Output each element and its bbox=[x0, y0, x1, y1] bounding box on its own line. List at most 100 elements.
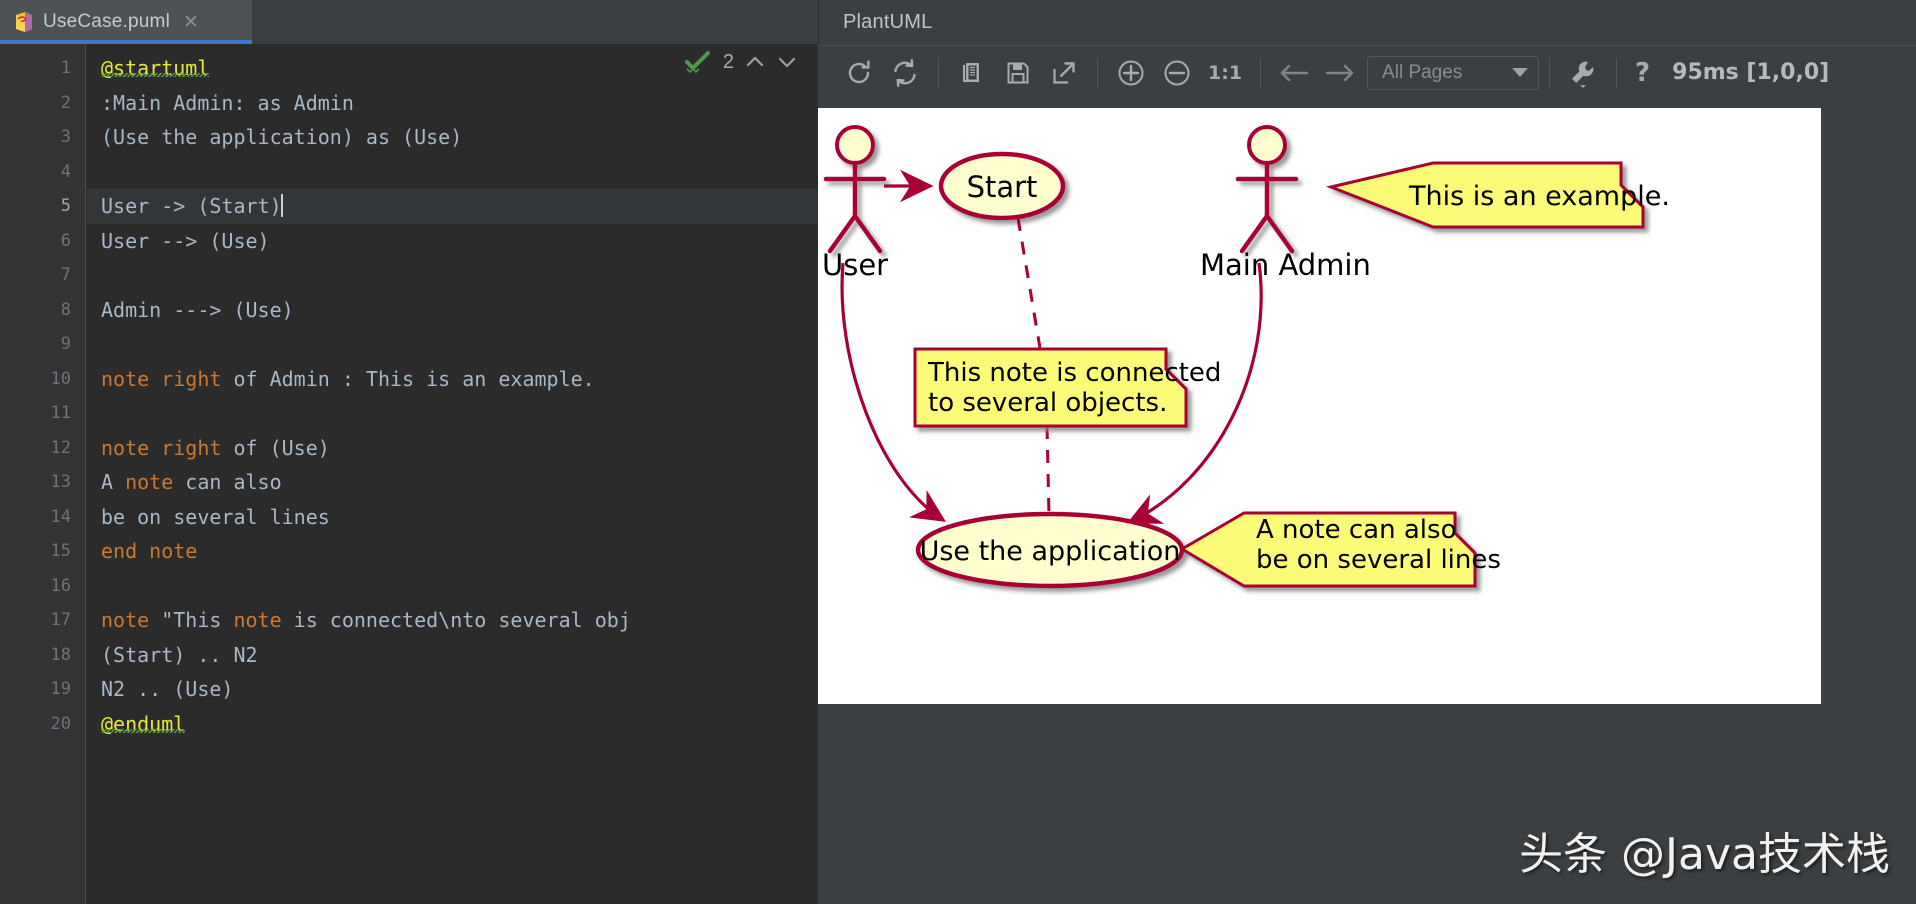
refresh-icon[interactable] bbox=[882, 50, 928, 96]
code-line[interactable] bbox=[87, 396, 818, 431]
line-number: 9 bbox=[60, 334, 71, 354]
arrow-right-icon[interactable] bbox=[1317, 50, 1363, 96]
wrench-icon[interactable] bbox=[1560, 50, 1606, 96]
code-line[interactable]: A note can also bbox=[87, 465, 818, 500]
text-caret bbox=[280, 194, 283, 217]
code-line[interactable]: User -> (Start) bbox=[87, 189, 818, 224]
toolbar-divider bbox=[1260, 57, 1262, 88]
code-token: "This bbox=[149, 608, 234, 632]
chevron-down-icon[interactable] bbox=[776, 51, 798, 73]
line-number: 4 bbox=[60, 161, 71, 182]
watermark: 头条 @Java技术栈 bbox=[1519, 829, 1890, 880]
toolbar-divider bbox=[1097, 57, 1098, 88]
usecase-diagram: User Main Admin Start Use the applicatio… bbox=[822, 125, 1670, 589]
line-number: 7 bbox=[60, 265, 71, 285]
line-number: 19 bbox=[50, 679, 71, 699]
help-button[interactable]: ? bbox=[1627, 58, 1658, 88]
plantuml-file-icon bbox=[14, 11, 34, 33]
line-number: 18 bbox=[50, 644, 71, 665]
line-number: 8 bbox=[60, 299, 71, 320]
editor-tab-usecase-puml[interactable]: UseCase.puml ✕ bbox=[0, 0, 252, 44]
code-line[interactable]: (Use the application) as (Use) bbox=[87, 120, 818, 155]
editor-tab-label: UseCase.puml bbox=[43, 11, 171, 32]
code-token: User -> (Start) bbox=[101, 194, 282, 218]
toolbar-divider bbox=[938, 57, 939, 88]
code-line[interactable]: be on several lines bbox=[87, 500, 818, 535]
line-number: 12 bbox=[50, 437, 71, 458]
code-line[interactable]: note "This note is connected\nto several… bbox=[87, 603, 818, 638]
ide-window: UseCase.puml ✕ 1 2 3 4 5 6 7 8 9 10 11 12 13 14 15 16 17… bbox=[0, 0, 1916, 904]
pages-dropdown[interactable]: All Pages bbox=[1367, 55, 1540, 90]
editor-pane: UseCase.puml ✕ 1 2 3 4 5 6 7 8 9 10 11 12 13 14 15 16 17… bbox=[0, 0, 818, 904]
toolbar-divider bbox=[1616, 57, 1618, 88]
diagram-canvas[interactable]: User Main Admin Start Use the applicatio… bbox=[818, 108, 1821, 704]
code-line[interactable] bbox=[87, 327, 818, 362]
usecase-start-label: Start bbox=[967, 170, 1038, 204]
actual-size-button[interactable]: 1:1 bbox=[1200, 62, 1250, 84]
code-line[interactable]: @enduml bbox=[87, 707, 818, 742]
inspection-widget[interactable]: 2 bbox=[684, 50, 798, 74]
code-token: is connected\nto several obj bbox=[281, 608, 631, 632]
code-token: of (Use) bbox=[221, 435, 330, 460]
line-number: 15 bbox=[50, 541, 71, 561]
line-number: 3 bbox=[60, 127, 71, 147]
line-number: 17 bbox=[50, 610, 71, 630]
edge-note2-link-start bbox=[1016, 217, 1042, 349]
close-icon[interactable]: ✕ bbox=[183, 11, 199, 34]
save-icon[interactable] bbox=[995, 50, 1041, 96]
code-line[interactable] bbox=[87, 569, 818, 604]
preview-header: PlantUML bbox=[818, 0, 1916, 44]
green-check-icon bbox=[684, 50, 713, 74]
line-number: 14 bbox=[50, 506, 71, 527]
preview-title: PlantUML bbox=[843, 10, 933, 33]
plantuml-preview-pane: PlantUML 1:1 All Pages ? 95ms [1,0,0] Us… bbox=[818, 0, 1916, 904]
line-number: 6 bbox=[60, 230, 71, 251]
export-external-icon[interactable] bbox=[1041, 50, 1087, 96]
chevron-down-icon bbox=[1512, 68, 1529, 77]
zoom-out-icon[interactable] bbox=[1154, 50, 1200, 96]
render-timing: 95ms [1,0,0] bbox=[1672, 60, 1830, 85]
code-token: end note bbox=[101, 539, 198, 563]
code-token: note bbox=[233, 608, 282, 632]
code-line[interactable]: N2 .. (Use) bbox=[87, 672, 818, 707]
code-line[interactable]: note right of (Use) bbox=[87, 431, 818, 466]
copy-icon[interactable] bbox=[949, 50, 995, 96]
arrow-left-icon[interactable] bbox=[1271, 50, 1317, 96]
actor-main-admin bbox=[1235, 125, 1299, 254]
code-line[interactable]: end note bbox=[87, 534, 818, 569]
note-2-line-1: This note is connected bbox=[927, 358, 1221, 388]
edge-note2-link-use bbox=[1045, 425, 1051, 517]
code-line[interactable]: :Main Admin: as Admin bbox=[87, 86, 818, 121]
code-line[interactable]: Admin ---> (Use) bbox=[87, 293, 818, 328]
line-number: 2 bbox=[60, 92, 71, 113]
line-number: 13 bbox=[50, 472, 71, 492]
code-line[interactable] bbox=[87, 258, 818, 293]
line-number: 1 bbox=[60, 58, 71, 78]
reload-icon[interactable] bbox=[836, 50, 882, 96]
code-token: note right bbox=[101, 366, 222, 391]
actor-user bbox=[823, 125, 887, 254]
code-token: note right bbox=[101, 435, 222, 460]
code-token: Admin ---> (Use) bbox=[101, 297, 294, 322]
note-1-line-1: This is an example. bbox=[1408, 181, 1670, 212]
chevron-up-icon[interactable] bbox=[744, 51, 766, 73]
code-token: note bbox=[101, 608, 150, 632]
code-line[interactable]: (Start) .. N2 bbox=[87, 638, 818, 673]
code-line[interactable]: User --> (Use) bbox=[87, 224, 818, 259]
code-token: @enduml bbox=[101, 711, 186, 736]
line-number: 11 bbox=[50, 403, 71, 423]
code-line[interactable]: note right of Admin : This is an example… bbox=[87, 362, 818, 397]
line-number: 16 bbox=[50, 575, 71, 596]
note-3-line-1: A note can also bbox=[1256, 515, 1456, 545]
line-number: 20 bbox=[50, 713, 71, 734]
code-token: note bbox=[125, 470, 174, 494]
note-3-line-2: be on several lines bbox=[1256, 545, 1501, 575]
code-token: A bbox=[101, 470, 126, 494]
zoom-in-icon[interactable] bbox=[1108, 50, 1154, 96]
code-token: @startuml bbox=[101, 56, 210, 80]
code-line[interactable] bbox=[87, 155, 818, 190]
usecase-use-the-application-label: Use the application bbox=[920, 536, 1181, 567]
code-area[interactable]: @startuml :Main Admin: as Admin (Use the a… bbox=[87, 44, 818, 904]
inspection-count: 2 bbox=[722, 50, 734, 73]
pages-dropdown-label: All Pages bbox=[1382, 61, 1463, 83]
